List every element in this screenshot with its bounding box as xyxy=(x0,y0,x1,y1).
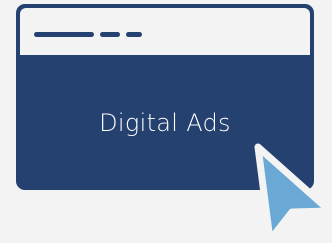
illustration: Digital Ads xyxy=(0,0,332,243)
titlebar-line-shortest xyxy=(126,32,142,37)
browser-window: Digital Ads xyxy=(16,4,314,190)
titlebar-line-long xyxy=(34,32,94,37)
window-titlebar xyxy=(20,8,310,55)
titlebar-line-short xyxy=(100,32,120,37)
window-label: Digital Ads xyxy=(99,108,231,137)
